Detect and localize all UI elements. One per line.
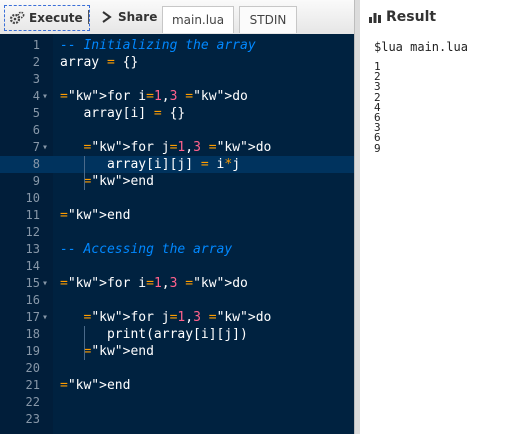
- code-line[interactable]: 4 ▾ ="kw">for i=1,3 ="kw">do: [0, 88, 354, 105]
- pane-splitter[interactable]: [354, 0, 360, 434]
- tab-stdin[interactable]: STDIN: [239, 6, 297, 33]
- code-line[interactable]: 11 ="kw">end: [0, 207, 354, 224]
- execute-button[interactable]: Execute: [4, 5, 90, 31]
- code-line[interactable]: 3: [0, 71, 354, 88]
- code-text: print(array[i][j]): [60, 327, 248, 342]
- code-text: array = {}: [60, 55, 139, 70]
- line-number: 21: [25, 378, 40, 392]
- line-number: 18: [25, 327, 40, 341]
- line-number: 1: [32, 38, 40, 52]
- line-number: 12: [25, 225, 40, 239]
- output-line: 3: [374, 121, 381, 135]
- line-number: 3: [32, 72, 40, 86]
- line-number: 8: [32, 157, 40, 171]
- line-number: 17: [25, 310, 40, 324]
- code-line[interactable]: 21 ="kw">end: [0, 377, 354, 394]
- line-number: 9: [32, 174, 40, 188]
- result-title: Result: [386, 9, 437, 25]
- chevron-right-icon: [102, 11, 112, 23]
- code-line[interactable]: 20: [0, 360, 354, 377]
- output-line: 6: [374, 131, 381, 145]
- line-number: 19: [25, 344, 40, 358]
- share-label: Share: [118, 10, 158, 24]
- code-line[interactable]: 9 ="kw">end: [0, 173, 354, 190]
- code-line[interactable]: 7 ▾ ="kw">for j=1,3 ="kw">do: [0, 139, 354, 156]
- fold-arrow-icon[interactable]: ▾: [42, 309, 52, 326]
- gears-icon: [9, 11, 25, 25]
- code-text: -- Initializing the array: [60, 38, 256, 53]
- code-text: ="kw">end: [60, 378, 131, 393]
- output-line: 4: [374, 100, 381, 114]
- output-line: 3: [374, 80, 381, 94]
- line-number: 16: [25, 293, 40, 307]
- code-line[interactable]: 6: [0, 122, 354, 139]
- code-line[interactable]: 19 ="kw">end: [0, 343, 354, 360]
- code-line[interactable]: 2 array = {}: [0, 54, 354, 71]
- code-text: ="kw">end: [83, 174, 154, 189]
- code-line[interactable]: 5 array[i] = {}: [0, 105, 354, 122]
- line-number: 22: [25, 395, 40, 409]
- line-number: 14: [25, 259, 40, 273]
- code-line[interactable]: 15 ▾ ="kw">for i=1,3 ="kw">do: [0, 275, 354, 292]
- code-line[interactable]: 1 -- Initializing the array: [0, 37, 354, 54]
- code-line[interactable]: 10: [0, 190, 354, 207]
- code-text: ="kw">for j=1,3 ="kw">do: [83, 140, 272, 155]
- output-console: $lua main.lua 123246369: [374, 40, 468, 154]
- execute-label: Execute: [29, 11, 83, 25]
- code-line[interactable]: 8 array[i][j] = i*j: [0, 156, 354, 173]
- line-number: 23: [25, 412, 40, 426]
- fold-arrow-icon[interactable]: ▾: [42, 139, 52, 156]
- fold-arrow-icon[interactable]: ▾: [42, 275, 52, 292]
- indent-guide: [84, 326, 85, 360]
- code-text: ="kw">end: [60, 208, 131, 223]
- output-command: $lua main.lua: [374, 40, 468, 54]
- code-line[interactable]: 18 print(array[i][j]): [0, 326, 354, 343]
- output-line: 2: [374, 90, 381, 104]
- code-text: ="kw">end: [83, 344, 154, 359]
- output-line: 6: [374, 111, 381, 125]
- tab-label: STDIN: [249, 13, 287, 27]
- code-text: ="kw">for i=1,3 ="kw">do: [60, 89, 248, 104]
- code-line[interactable]: 22: [0, 394, 354, 411]
- tab-main-lua[interactable]: main.lua: [162, 6, 234, 33]
- line-number: 4: [32, 89, 40, 103]
- code-line[interactable]: 23: [0, 411, 354, 428]
- line-number: 11: [25, 208, 40, 222]
- code-line[interactable]: 14: [0, 258, 354, 275]
- code-text: -- Accessing the array: [60, 242, 233, 257]
- line-number: 5: [32, 106, 40, 120]
- line-number: 10: [25, 191, 40, 205]
- code-text: array[i][j] = i*j: [60, 157, 241, 172]
- result-header: Result: [360, 0, 521, 34]
- line-number: 20: [25, 361, 40, 375]
- tab-label: main.lua: [171, 13, 225, 27]
- fold-arrow-icon[interactable]: ▾: [42, 88, 52, 105]
- line-number: 7: [32, 140, 40, 154]
- output-line: 9: [374, 141, 381, 155]
- bar-chart-icon: [369, 13, 381, 23]
- indent-guide: [84, 156, 85, 190]
- line-number: 15: [25, 276, 40, 290]
- code-text: ="kw">for j=1,3 ="kw">do: [83, 310, 272, 325]
- code-line[interactable]: 16: [0, 292, 354, 309]
- output-line: 1: [374, 60, 381, 73]
- code-text: ="kw">for i=1,3 ="kw">do: [60, 276, 248, 291]
- code-editor[interactable]: 1 -- Initializing the array 2 array = {} 3 4 ▾…: [0, 34, 354, 434]
- line-number: 13: [25, 242, 40, 256]
- share-button[interactable]: Share: [100, 6, 157, 28]
- line-number: 2: [32, 55, 40, 69]
- code-line[interactable]: 17 ▾ ="kw">for j=1,3 ="kw">do: [0, 309, 354, 326]
- code-line[interactable]: 12: [0, 224, 354, 241]
- toolbar-separator: [88, 10, 89, 24]
- code-line[interactable]: 13 -- Accessing the array: [0, 241, 354, 258]
- toolbar: Execute Share main.lua STDIN: [0, 0, 354, 35]
- code-text: array[i] = {}: [60, 106, 186, 121]
- line-number: 6: [32, 123, 40, 137]
- output-line: 2: [374, 70, 381, 84]
